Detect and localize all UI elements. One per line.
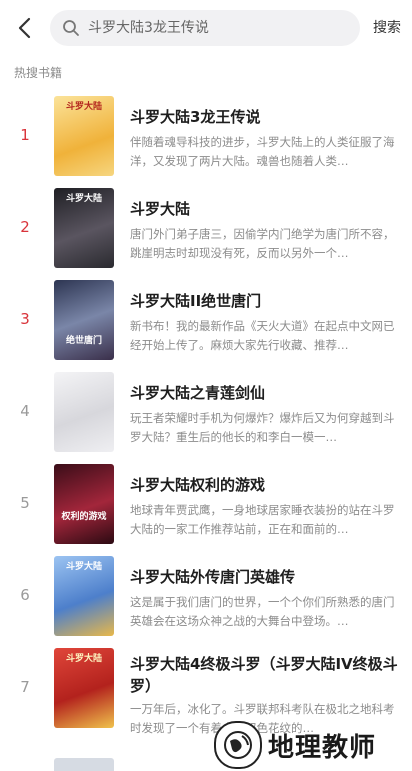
book-description: 这是属于我们唐门的世界，一个个你们所熟悉的唐门英雄会在这场众神之战的大舞台中登场… xyxy=(130,595,395,628)
book-item[interactable]: 3 绝世唐门 斗罗大陆II绝世唐门 新书布！我的最新作品《天火大道》在起点中文网… xyxy=(0,274,412,366)
book-item[interactable]: 1 斗罗大陆 斗罗大陆3龙王传说 伴随着魂导科技的进步，斗罗大陆上的人类征服了海… xyxy=(0,90,412,182)
hot-books-list: 1 斗罗大陆 斗罗大陆3龙王传说 伴随着魂导科技的进步，斗罗大陆上的人类征服了海… xyxy=(0,90,412,735)
cover-text: 绝世唐门 xyxy=(65,336,102,346)
book-rank: 1 xyxy=(20,126,30,144)
book-description: 玩王者荣耀时手机为何爆炸？爆炸后又为何穿越到斗罗大陆？重生后的他长的和李白一模一… xyxy=(130,411,395,444)
book-title[interactable]: 斗罗大陆4终极斗罗（斗罗大陆IV终极斗罗） xyxy=(130,653,400,697)
cover-text: 斗罗大陆 xyxy=(65,654,102,664)
watermark-text: 地理教师 xyxy=(268,733,377,763)
book-cover[interactable]: 斗罗大陆 xyxy=(54,188,114,268)
book-item[interactable]: 6 斗罗大陆 斗罗大陆外传唐门英雄传 这是属于我们唐门的世界，一个个你们所熟悉的… xyxy=(0,550,412,642)
book-title[interactable]: 斗罗大陆权利的游戏 xyxy=(130,475,400,495)
book-title[interactable]: 斗罗大陆 xyxy=(130,199,400,219)
search-box[interactable] xyxy=(50,10,360,46)
search-icon xyxy=(63,20,79,36)
book-rank: 2 xyxy=(20,218,30,236)
book-cover[interactable] xyxy=(54,372,114,452)
search-button[interactable]: 搜索 xyxy=(373,17,401,37)
book-rank: 3 xyxy=(20,310,30,328)
cover-text: 斗罗大陆 xyxy=(65,562,102,572)
book-cover[interactable]: 斗罗大陆 xyxy=(54,556,114,636)
book-description: 唐门外门弟子唐三，因偷学内门绝学为唐门所不容，跳崖明志时却现没有死，反而以另外一… xyxy=(130,227,395,260)
cover-text: 权利的游戏 xyxy=(61,512,107,522)
book-item[interactable]: 2 斗罗大陆 斗罗大陆 唐门外门弟子唐三，因偷学内门绝学为唐门所不容，跳崖明志时… xyxy=(0,182,412,274)
book-description: 新书布！我的最新作品《天火大道》在起点中文网已经开始上传了。麻烦大家先行收藏、推… xyxy=(130,319,395,352)
book-rank: 7 xyxy=(20,678,30,696)
book-item[interactable]: 5 权利的游戏 斗罗大陆权利的游戏 地球青年贾武鹰，一身地球居家睡衣装扮的站在斗… xyxy=(0,458,412,550)
book-cover-partial[interactable] xyxy=(54,758,114,771)
globe-logo-icon xyxy=(214,721,262,769)
book-title[interactable]: 斗罗大陆之青莲剑仙 xyxy=(130,383,400,403)
section-title: 热搜书籍 xyxy=(14,66,63,80)
book-rank: 6 xyxy=(20,586,30,604)
watermark: 地理教师 xyxy=(206,721,412,771)
cover-text: 斗罗大陆 xyxy=(65,102,102,112)
book-item[interactable]: 4 斗罗大陆之青莲剑仙 玩王者荣耀时手机为何爆炸？爆炸后又为何穿越到斗罗大陆？重… xyxy=(0,366,412,458)
book-title[interactable]: 斗罗大陆外传唐门英雄传 xyxy=(130,567,400,587)
book-cover[interactable]: 斗罗大陆 xyxy=(54,648,114,728)
book-title[interactable]: 斗罗大陆II绝世唐门 xyxy=(130,291,400,311)
book-description: 地球青年贾武鹰，一身地球居家睡衣装扮的站在斗罗大陆的一家工作推荐站前，正在和面前… xyxy=(130,503,395,536)
back-button[interactable] xyxy=(12,14,40,42)
book-rank: 5 xyxy=(20,494,30,512)
book-title[interactable]: 斗罗大陆3龙王传说 xyxy=(130,107,400,127)
book-cover[interactable]: 权利的游戏 xyxy=(54,464,114,544)
search-input[interactable] xyxy=(88,10,348,46)
book-cover[interactable]: 斗罗大陆 xyxy=(54,96,114,176)
book-description: 伴随着魂导科技的进步，斗罗大陆上的人类征服了海洋，又发现了两片大陆。魂兽也随着人… xyxy=(130,135,395,168)
chevron-left-icon xyxy=(18,17,31,39)
cover-text: 斗罗大陆 xyxy=(65,194,102,204)
top-bar: 搜索 xyxy=(0,0,412,56)
book-cover[interactable]: 绝世唐门 xyxy=(54,280,114,360)
book-rank: 4 xyxy=(20,402,30,420)
